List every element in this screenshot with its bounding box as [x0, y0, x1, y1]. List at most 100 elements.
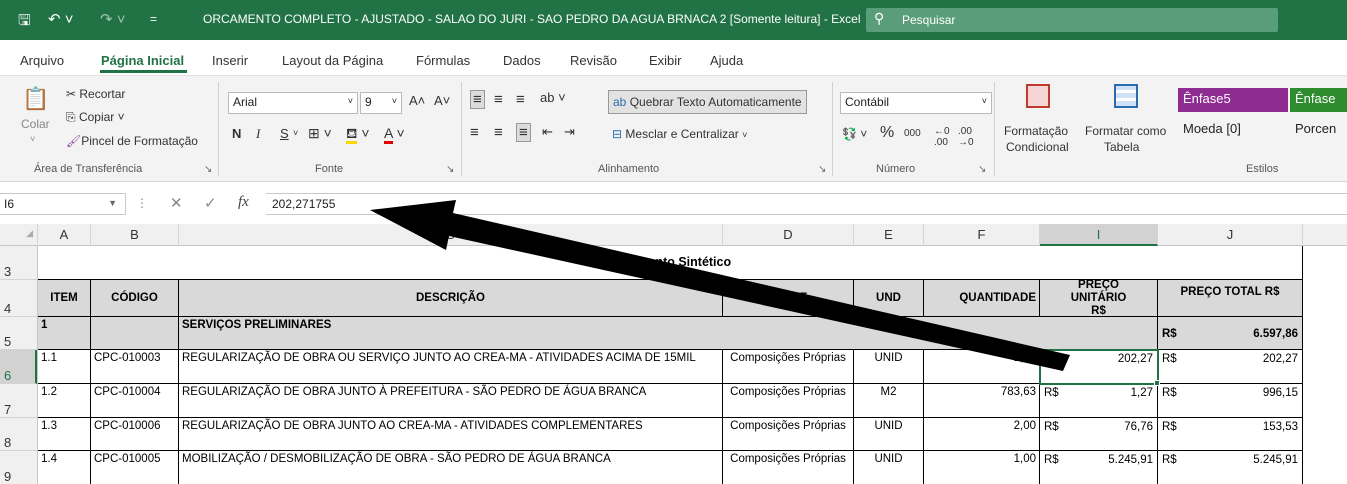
item-unit-price[interactable]: R$ 1,27 [1040, 384, 1158, 418]
column-header-e[interactable]: E [854, 224, 924, 246]
item-code[interactable]: CPC-010004 [91, 384, 179, 418]
item-source[interactable]: Composições Próprias [723, 418, 854, 451]
sheet-title[interactable]: Orçamento Sintético [38, 246, 1303, 280]
font-size-select[interactable]: 9 ˅ [360, 92, 402, 114]
thousands-separator-button[interactable]: 000 [904, 128, 921, 139]
align-right-button[interactable]: ≡ [516, 123, 531, 142]
insert-function-icon[interactable]: fx [238, 194, 249, 211]
increase-decimal-button[interactable]: ←0.00 [934, 126, 950, 148]
item-quantity[interactable]: 1,00 [924, 350, 1040, 384]
dialog-launcher-icon[interactable]: ↘ [204, 164, 212, 175]
item-unit[interactable]: UNID [854, 350, 924, 384]
fill-handle[interactable] [1154, 380, 1160, 386]
decrease-decimal-button[interactable]: .00 →0 [958, 126, 974, 148]
item-number[interactable]: 1.2 [38, 384, 91, 418]
copy-button[interactable]: ⎘ Copiar ˅ [66, 110, 125, 125]
customize-quick-access-icon[interactable]: = [150, 12, 157, 26]
item-quantity[interactable]: 1,00 [924, 451, 1040, 484]
fill-color-button[interactable]: ⛾ ˅ [346, 125, 370, 144]
column-header-f[interactable]: F [924, 224, 1040, 246]
item-source[interactable]: Composições Próprias [723, 451, 854, 484]
align-left-button[interactable]: ≡ [470, 124, 479, 141]
bold-button[interactable]: N [232, 126, 241, 141]
row-header-3[interactable]: 3 [0, 246, 37, 280]
tab-layout-da-pagina[interactable]: Layout da Página [282, 53, 383, 68]
column-header-i[interactable]: I [1040, 224, 1158, 246]
item-number[interactable]: 1.4 [38, 451, 91, 484]
column-header-c[interactable]: C [179, 224, 723, 246]
style-enfase6[interactable]: Ênfase [1290, 88, 1347, 112]
item-unit-price[interactable]: R$ 5.245,91 [1040, 451, 1158, 484]
item-source[interactable]: Composições Próprias [723, 384, 854, 418]
borders-button[interactable]: ⊞ ˅ [308, 125, 332, 142]
column-header-j[interactable]: J [1158, 224, 1303, 246]
section-code[interactable] [91, 317, 179, 350]
section-description[interactable]: SERVIÇOS PRELIMINARES [179, 317, 1158, 350]
tab-exibir[interactable]: Exibir [649, 53, 682, 68]
number-format-select[interactable]: Contábil ˅ [840, 92, 992, 114]
item-unit[interactable]: UNID [854, 451, 924, 484]
item-description[interactable]: REGULARIZAÇÃO DE OBRA OU SERVIÇO JUNTO A… [179, 350, 723, 384]
dialog-launcher-icon[interactable]: ↘ [446, 164, 454, 175]
cancel-icon[interactable]: ✕ [170, 194, 183, 212]
wrap-text-button[interactable]: ab Quebrar Texto Automaticamente [608, 90, 807, 114]
orientation-button[interactable]: ab ˅ [540, 90, 566, 105]
section-total[interactable]: R$ 6.597,86 [1158, 317, 1303, 350]
item-description[interactable]: REGULARIZAÇÃO DE OBRA JUNTO À PREFEITURA… [179, 384, 723, 418]
tab-ajuda[interactable]: Ajuda [710, 53, 743, 68]
row-header-7[interactable]: 7 [0, 384, 37, 418]
item-unit-price[interactable]: R$ 76,76 [1040, 418, 1158, 451]
name-box[interactable]: I6 ▼ [0, 193, 126, 215]
header-total-price[interactable]: PREÇO TOTAL R$ [1158, 280, 1303, 317]
item-total[interactable]: R$ 153,53 [1158, 418, 1303, 451]
item-quantity[interactable]: 783,63 [924, 384, 1040, 418]
item-description[interactable]: REGULARIZAÇÃO DE OBRA JUNTO AO CREA-MA -… [179, 418, 723, 451]
item-unit-price[interactable]: R$ 202,27 [1040, 350, 1158, 384]
undo-icon[interactable]: ↶ ˅ [48, 10, 74, 28]
header-code[interactable]: CÓDIGO [91, 280, 179, 317]
tab-arquivo[interactable]: Arquivo [20, 53, 64, 68]
font-color-button[interactable]: A ˅ [384, 125, 405, 144]
enter-icon[interactable]: ✓ [204, 194, 217, 212]
search-input[interactable]: ⚲ Pesquisar [866, 8, 1278, 32]
item-code[interactable]: CPC-010005 [91, 451, 179, 484]
item-number[interactable]: 1.1 [38, 350, 91, 384]
format-painter-button[interactable]: 🖌Pincel de Formatação [66, 134, 198, 148]
align-top-button[interactable]: ≡ [470, 90, 485, 109]
format-as-table-button[interactable]: Formatar como Tabela [1082, 84, 1172, 154]
shrink-font-button[interactable]: A˅ [434, 93, 450, 108]
save-icon[interactable]: 🖫 [18, 10, 31, 35]
decrease-indent-button[interactable]: ⇤ [542, 124, 553, 140]
tab-revisao[interactable]: Revisão [570, 53, 617, 68]
dialog-launcher-icon[interactable]: ↘ [978, 164, 986, 175]
header-unit-price[interactable]: PREÇO UNITÁRIO R$ [1040, 280, 1158, 317]
row-header-9[interactable]: 9 [0, 451, 37, 484]
conditional-formatting-button[interactable]: Formatação Condicional [1002, 84, 1078, 154]
row-header-8[interactable]: 8 [0, 418, 37, 451]
align-middle-button[interactable]: ≡ [494, 91, 503, 108]
item-total[interactable]: R$ 5.245,91 [1158, 451, 1303, 484]
header-source[interactable]: FONTE [723, 280, 854, 317]
item-total[interactable]: R$ 996,15 [1158, 384, 1303, 418]
align-center-button[interactable]: ≡ [494, 124, 503, 141]
item-source[interactable]: Composições Próprias [723, 350, 854, 384]
tab-pagina-inicial[interactable]: Página Inicial [101, 53, 184, 68]
paste-button[interactable]: 📋 Colar ˅ [16, 84, 50, 154]
percent-button[interactable]: % [880, 124, 894, 142]
align-bottom-button[interactable]: ≡ [516, 91, 525, 108]
item-description[interactable]: MOBILIZAÇÃO / DESMOBILIZAÇÃO DE OBRA - S… [179, 451, 723, 484]
row-header-5[interactable]: 5 [0, 317, 37, 350]
item-unit[interactable]: M2 [854, 384, 924, 418]
column-header-a[interactable]: A [38, 224, 91, 246]
grow-font-button[interactable]: A˄ [409, 93, 425, 108]
column-header-b[interactable]: B [91, 224, 179, 246]
increase-indent-button[interactable]: ⇥ [564, 124, 575, 140]
tab-formulas[interactable]: Fórmulas [416, 53, 470, 68]
row-header-4[interactable]: 4 [0, 280, 37, 317]
dialog-launcher-icon[interactable]: ↘ [818, 164, 826, 175]
item-total[interactable]: R$ 202,27 [1158, 350, 1303, 384]
underline-button[interactable]: S [280, 126, 289, 141]
header-item[interactable]: ITEM [38, 280, 91, 317]
font-name-select[interactable]: Arial ˅ [228, 92, 358, 114]
select-all-corner[interactable]: ◢ [0, 224, 38, 246]
